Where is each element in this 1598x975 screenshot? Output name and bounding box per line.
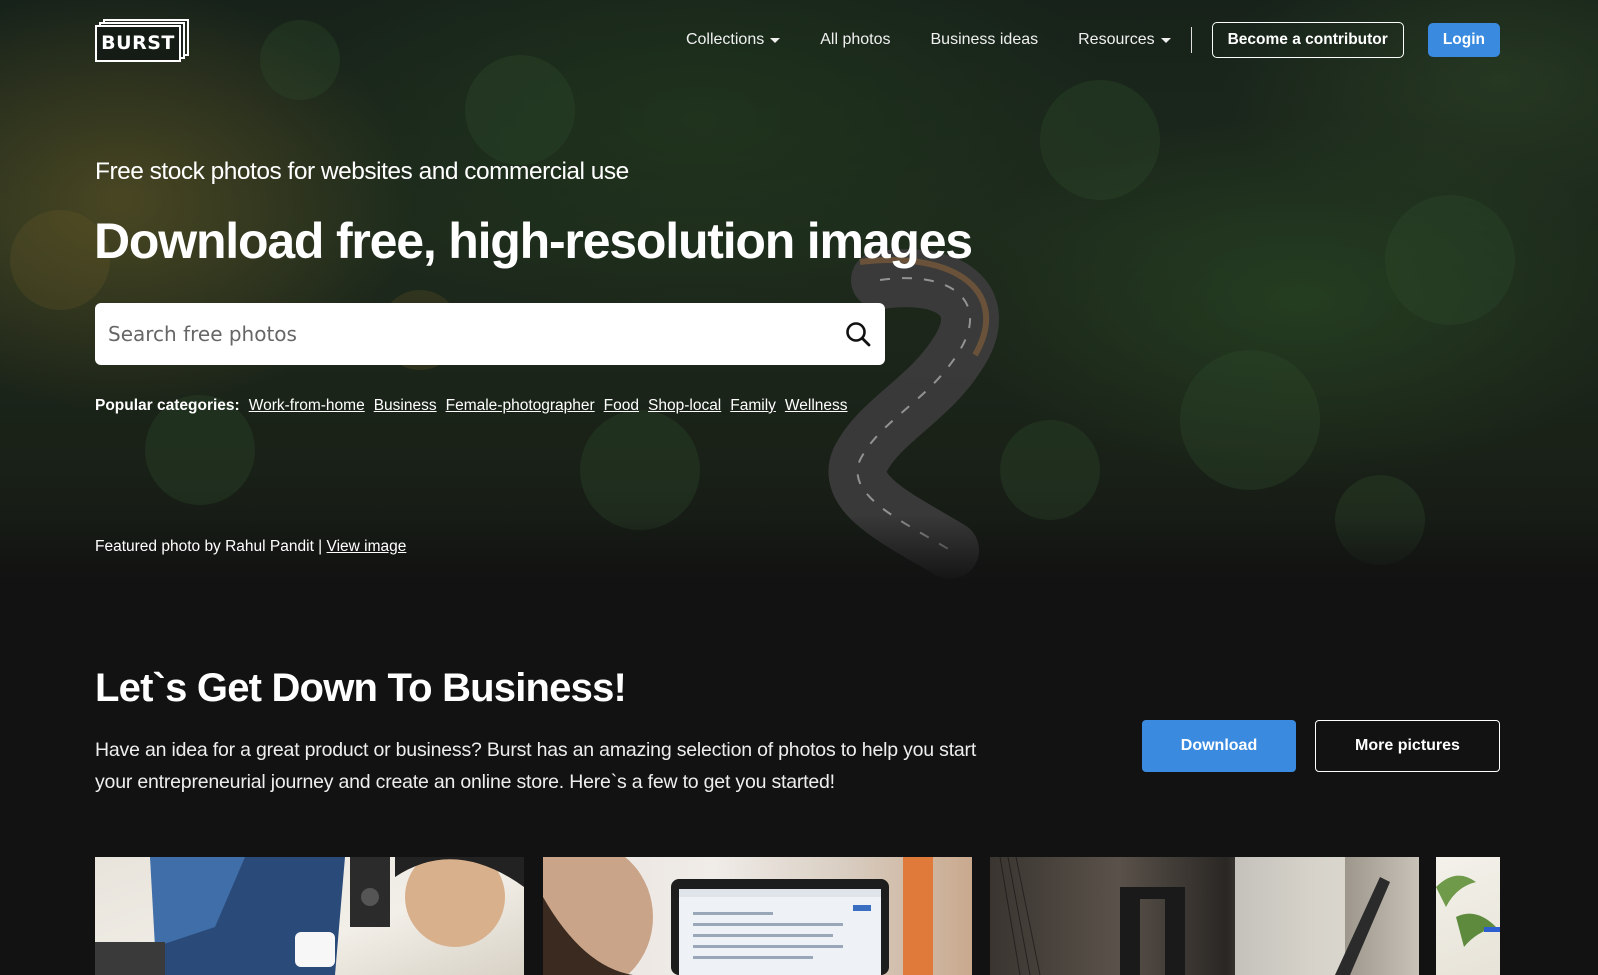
hero-banner: [0, 0, 1598, 585]
category-link-work-from-home[interactable]: Work-from-home: [249, 397, 365, 415]
thumbnail-image: [543, 857, 933, 975]
nav-collections-label: Collections: [685, 31, 765, 48]
thumbnail-image: [95, 857, 524, 975]
nav-resources[interactable]: Resources: [1078, 31, 1171, 49]
category-link-female-photographer[interactable]: Female-photographer: [446, 397, 595, 415]
more-pictures-button[interactable]: More pictures: [1315, 720, 1500, 772]
thumbnail-image: [1436, 875, 1500, 947]
search-icon[interactable]: [845, 321, 871, 347]
photo-grid: [95, 857, 1500, 975]
category-link-shop-local[interactable]: Shop-local: [648, 397, 721, 415]
featured-photo-credit: Featured photo by Rahul Pandit | View im…: [95, 538, 406, 556]
chevron-down-icon: [1160, 37, 1171, 43]
section-title: Let`s Get Down To Business!: [95, 666, 627, 710]
popular-categories: Popular categories: Work-from-home Busin…: [95, 397, 857, 415]
search-bar: [95, 303, 885, 365]
nav-resources-label: Resources: [1078, 31, 1155, 48]
photo-thumbnail[interactable]: [95, 857, 524, 975]
featured-photo-text: Featured photo by Rahul Pandit |: [95, 538, 327, 555]
download-button[interactable]: Download: [1142, 720, 1296, 772]
section-description: Have an idea for a great product or busi…: [95, 739, 977, 793]
category-link-wellness[interactable]: Wellness: [785, 397, 848, 415]
category-link-family[interactable]: Family: [730, 397, 776, 415]
hero-subtitle: Free stock photos for websites and comme…: [95, 158, 629, 185]
nav-collections[interactable]: Collections: [685, 31, 781, 49]
view-image-link[interactable]: View image: [327, 538, 407, 555]
burst-logo[interactable]: BURST: [95, 19, 190, 63]
hero-title: Download free, high-resolution images: [94, 213, 973, 269]
popular-categories-label: Popular categories:: [95, 397, 240, 414]
nav-all-photos[interactable]: All photos: [820, 31, 890, 49]
top-nav: Collections All photos Business ideas Re…: [646, 22, 1500, 58]
nav-divider: [1190, 27, 1192, 53]
photo-thumbnail[interactable]: [990, 857, 1419, 975]
chevron-down-icon: [770, 37, 781, 43]
search-input[interactable]: [95, 314, 795, 354]
login-button[interactable]: Login: [1427, 23, 1500, 57]
become-contributor-button[interactable]: Become a contributor: [1211, 22, 1404, 58]
photo-thumbnail[interactable]: [1436, 857, 1500, 975]
category-link-business[interactable]: Business: [374, 397, 437, 415]
photo-thumbnail[interactable]: [543, 857, 972, 975]
nav-all-photos-label: All photos: [820, 31, 891, 48]
nav-business-ideas-label: Business ideas: [930, 31, 1039, 48]
logo-text: BURST: [95, 25, 181, 62]
hero-background-photo: [10, 20, 1515, 579]
category-link-food[interactable]: Food: [604, 397, 639, 415]
thumbnail-image: [999, 857, 1390, 975]
nav-business-ideas[interactable]: Business ideas: [931, 31, 1039, 49]
